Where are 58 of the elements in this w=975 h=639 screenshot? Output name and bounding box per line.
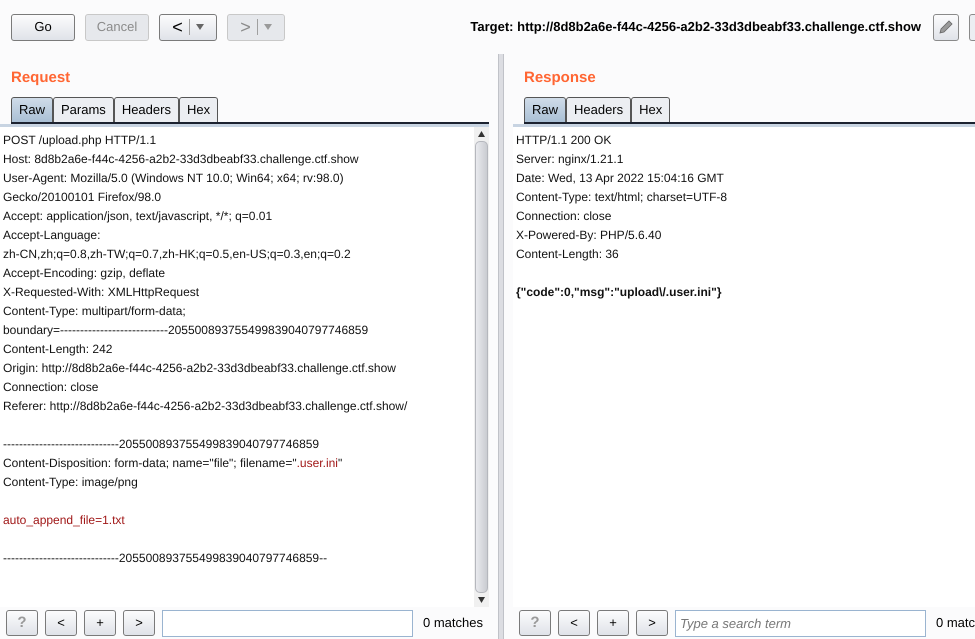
message-line: Accept-Language: (3, 227, 102, 244)
message-line: Origin: http://8d8b2a6e-f44c-4256-a2b2-33d3dbeabf33.challenge.ctf.show (3, 360, 397, 377)
toolbar-button-edge[interactable] (969, 14, 975, 40)
search-bar-button[interactable]: > (636, 610, 668, 636)
editor-tab[interactable]: Headers (566, 97, 632, 122)
search-field[interactable]: Type a search term (674, 610, 926, 636)
message-line: X-Requested-With: XMLHttpRequest (3, 284, 200, 301)
message-line: Accept-Encoding: gzip, deflate (3, 265, 166, 282)
message-line: Content-Length: 36 (516, 246, 620, 263)
search-bar-button[interactable]: < (558, 610, 590, 636)
message-line: Content-Type: image/png (3, 474, 139, 491)
search-bar-button[interactable]: + (84, 610, 116, 636)
history-nav-button[interactable]: < (159, 14, 217, 40)
edit-target-button[interactable] (933, 14, 959, 40)
message-line: POST /upload.php HTTP/1.1 (3, 132, 158, 149)
message-line: Content-Disposition: form-data; name="file"; filename=".user.ini" (3, 455, 344, 472)
message-line: Referer: http://8d8b2a6e-f44c-4256-a2b2-33d3dbeabf33.challenge.ctf.show/ (3, 398, 408, 415)
match-count: 0 matches (423, 614, 483, 632)
scroll-down-icon[interactable] (478, 597, 486, 603)
message-line: Content-Length: 242 (3, 341, 114, 358)
message-line: User-Agent: Mozilla/5.0 (Windows NT 10.0; Win64; x64; rv:98.0) (3, 170, 345, 187)
message-line: HTTP/1.1 200 OK (516, 132, 612, 149)
message-line: X-Powered-By: PHP/5.6.40 (516, 227, 662, 244)
message-line: auto_append_file=1.txt (3, 512, 126, 529)
caret-icon (264, 24, 272, 30)
message-line: Connection: close (516, 208, 612, 225)
message-line: zh-CN,zh;q=0.8,zh-TW;q=0.7,zh-HK;q=0.5,en-US;q=0.3,en;q=0.2 (3, 246, 352, 263)
message-line: -----------------------------205500893755499839040797746859 (3, 436, 320, 453)
message-line: Accept: application/json, text/javascript, */*; q=0.01 (3, 208, 274, 225)
caret-icon (196, 24, 204, 30)
match-count: 0 matc (936, 614, 975, 632)
panel-title: Response (522, 68, 597, 88)
message-line: {"code":0,"msg":"upload\/.user.ini"} (516, 284, 722, 301)
editor-tab[interactable]: Hex (178, 97, 218, 122)
search-bar-button[interactable]: > (123, 610, 155, 636)
scroll-up-icon[interactable] (478, 131, 486, 137)
message-line: Server: nginx/1.21.1 (516, 151, 624, 168)
search-field[interactable] (162, 610, 413, 636)
toolbar-button[interactable]: Go (11, 14, 75, 40)
message-line: boundary=---------------------------205500893755499839040797746859 (3, 322, 370, 339)
editor-tab[interactable]: Hex (631, 97, 670, 122)
message-line: Content-Type: multipart/form-data; (3, 303, 187, 320)
editor-tab[interactable]: Raw (11, 97, 54, 122)
editor-tab[interactable]: Headers (114, 97, 179, 122)
editor-tab[interactable]: Raw (524, 97, 566, 122)
search-bar-button[interactable]: < (45, 610, 77, 636)
message-line: Date: Wed, 13 Apr 2022 15:04:16 GMT (516, 170, 725, 187)
panel-title: Request (10, 68, 72, 88)
vertical-scrollbar[interactable] (474, 127, 490, 607)
message-line: Content-Type: text/html; charset=UTF-8 (516, 189, 728, 206)
editor-tab[interactable]: Params (53, 97, 114, 122)
search-bar-button[interactable]: + (596, 610, 629, 636)
message-line: Gecko/20100101 Firefox/98.0 (3, 189, 162, 206)
target-label: Target: http://8d8b2a6e-f44c-4256-a2b2-33d3dbeabf33.challenge.ctf.show (470, 18, 921, 36)
message-line: Connection: close (3, 379, 100, 396)
message-line: Host: 8d8b2a6e-f44c-4256-a2b2-33d3dbeabf33.challenge.ctf.show (3, 151, 360, 168)
message-line: -----------------------------205500893755499839040797746859-- (3, 550, 328, 567)
pencil-icon (938, 19, 954, 35)
